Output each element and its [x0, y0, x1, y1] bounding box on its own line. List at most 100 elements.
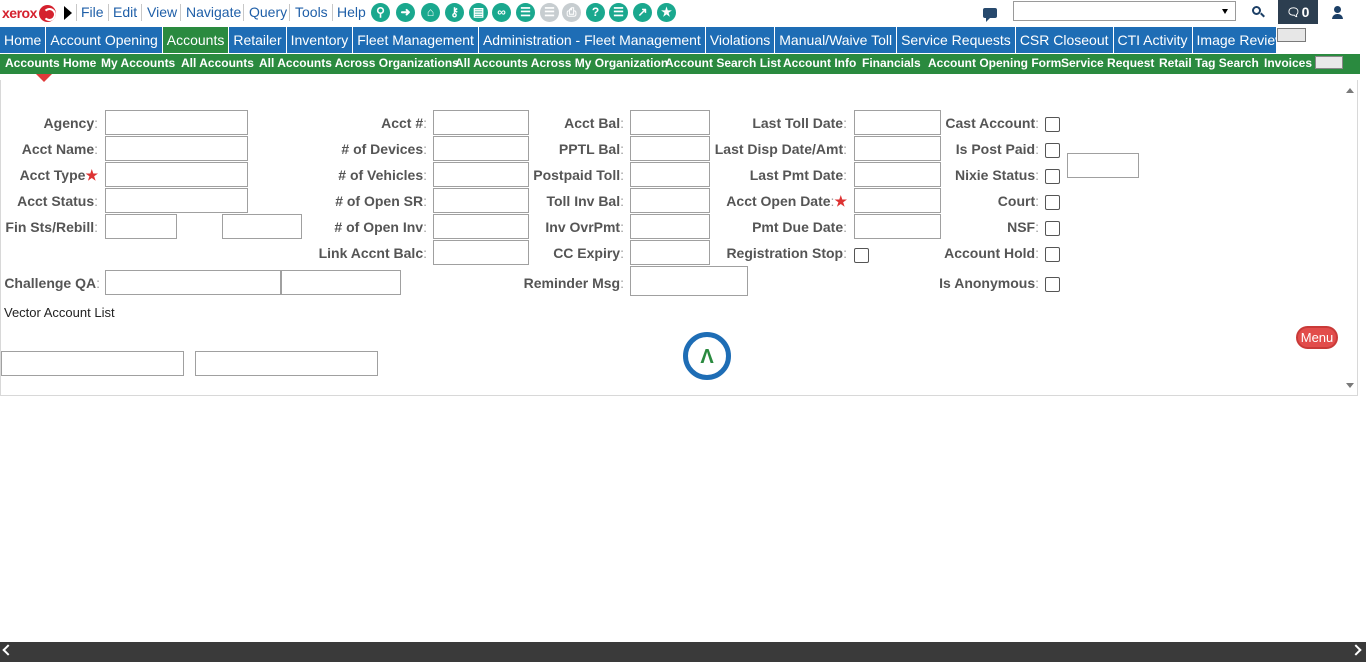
subtab-all-accounts-across-my-organization[interactable]: All Accounts Across My Organization	[455, 56, 668, 70]
rebill-field[interactable]	[222, 214, 302, 239]
tab-cti-activity[interactable]: CTI Activity	[1114, 27, 1193, 53]
is-post-paid-checkbox[interactable]	[1045, 143, 1060, 158]
last-toll-date-field[interactable]	[854, 110, 941, 135]
tab-csr-closeout[interactable]: CSR Closeout	[1016, 27, 1114, 53]
menu-tools[interactable]: Tools	[295, 4, 328, 20]
acct-name-field[interactable]	[105, 136, 248, 161]
post-paid-extra-field[interactable]	[1067, 153, 1139, 178]
pptl-bal-field[interactable]	[630, 136, 710, 161]
play-icon[interactable]	[64, 6, 72, 20]
go-icon[interactable]: ➜	[396, 3, 415, 22]
menu-navigate[interactable]: Navigate	[186, 4, 241, 20]
num-devices-field[interactable]	[433, 136, 529, 161]
tab-account-opening[interactable]: Account Opening	[46, 27, 163, 53]
notes-icon[interactable]: ☰	[609, 3, 628, 22]
cast-account-checkbox[interactable]	[1045, 117, 1060, 132]
subtab-financials[interactable]: Financials	[862, 56, 921, 70]
horizontal-scrollbar[interactable]	[0, 642, 1366, 662]
scroll-right-icon[interactable]	[1350, 644, 1362, 656]
tab-fleet-management[interactable]: Fleet Management	[353, 27, 479, 53]
fin-sts-field[interactable]	[105, 214, 177, 239]
home-icon[interactable]: ⌂	[421, 3, 440, 22]
acct-status-field[interactable]	[105, 188, 248, 213]
subtab-accounts-home[interactable]: Accounts Home	[5, 56, 96, 70]
notifications-button[interactable]: 🗨 0	[1278, 0, 1318, 24]
subtab-account-info[interactable]: Account Info	[783, 56, 856, 70]
inv-ovrpmt-field[interactable]	[630, 214, 710, 239]
help-icon[interactable]: ?	[586, 3, 605, 22]
tab-administration-fleet-management[interactable]: Administration - Fleet Management	[479, 27, 706, 53]
nsf-checkbox[interactable]	[1045, 221, 1060, 236]
cc-expiry-field[interactable]	[630, 240, 710, 265]
num-open-sr-field[interactable]	[433, 188, 529, 213]
tab-service-requests[interactable]: Service Requests	[897, 27, 1016, 53]
tab-home[interactable]: Home	[0, 27, 47, 53]
acct-open-date-field[interactable]	[854, 188, 941, 213]
subtab-my-accounts[interactable]: My Accounts	[101, 56, 175, 70]
acct-bal-field[interactable]	[630, 110, 710, 135]
scroll-left-icon[interactable]	[2, 644, 14, 656]
list-icon[interactable]: ☰	[516, 3, 535, 22]
menu-help[interactable]: Help	[337, 4, 366, 20]
vector-account-list-title: Vector Account List	[4, 305, 115, 320]
vector-filter-field-2[interactable]	[195, 351, 378, 376]
menu-view[interactable]: View	[147, 4, 177, 20]
toll-inv-bal-field[interactable]	[630, 188, 710, 213]
clipboard-icon[interactable]: ▤	[469, 3, 488, 22]
subnav-more-button[interactable]	[1315, 56, 1343, 69]
subtab-all-accounts-across-organizations[interactable]: All Accounts Across Organizations	[259, 56, 459, 70]
star-icon[interactable]: ★	[657, 3, 676, 22]
tab-retailer[interactable]: Retailer	[229, 27, 287, 53]
tab-violations[interactable]: Violations	[706, 27, 776, 53]
chat-icon[interactable]	[983, 8, 997, 22]
search-icon[interactable]: ⚲	[371, 3, 390, 22]
last-disp-date-amt-field[interactable]	[854, 136, 941, 161]
subtab-service-request[interactable]: Service Request	[1061, 56, 1154, 70]
last-pmt-date-field[interactable]	[854, 162, 941, 187]
postpaid-toll-field[interactable]	[630, 162, 710, 187]
tab-image-review[interactable]: Image Review	[1193, 27, 1291, 53]
menu-query[interactable]: Query	[249, 4, 287, 20]
nixie-status-checkbox[interactable]	[1045, 169, 1060, 184]
num-open-inv-field[interactable]	[433, 214, 529, 239]
reminder-msg-textarea[interactable]	[630, 266, 748, 296]
nixie-status-label: Nixie Status:	[954, 167, 1039, 183]
user-button[interactable]	[1323, 2, 1353, 22]
account-hold-checkbox[interactable]	[1045, 247, 1060, 262]
chart-icon[interactable]: ↗	[633, 3, 652, 22]
main-nav: Home Account Opening Accounts Retailer I…	[0, 27, 1349, 53]
nav-more-button[interactable]	[1277, 28, 1306, 42]
subtab-retail-tag-search[interactable]: Retail Tag Search	[1159, 56, 1259, 70]
subtab-all-accounts[interactable]: All Accounts	[181, 56, 254, 70]
court-checkbox[interactable]	[1045, 195, 1060, 210]
menu-separator	[141, 4, 142, 21]
agency-field[interactable]	[105, 110, 248, 135]
tab-accounts[interactable]: Accounts	[162, 27, 230, 53]
scroll-down-arrow[interactable]	[1346, 383, 1354, 388]
menu-file[interactable]: File	[81, 4, 104, 20]
pmt-due-date-field[interactable]	[854, 214, 941, 239]
registration-stop-checkbox[interactable]	[854, 248, 869, 263]
tab-inventory[interactable]: Inventory	[287, 27, 354, 53]
scroll-up-arrow[interactable]	[1346, 88, 1354, 93]
search-button[interactable]	[1243, 2, 1271, 22]
num-vehicles-field[interactable]	[433, 162, 529, 187]
subtab-invoices[interactable]: Invoices	[1264, 56, 1312, 70]
subtab-account-opening-form[interactable]: Account Opening Form	[928, 56, 1061, 70]
acct-type-field[interactable]	[105, 162, 248, 187]
vector-filter-field-1[interactable]	[1, 351, 184, 376]
challenge-answer-field[interactable]	[281, 270, 401, 295]
link-icon[interactable]: ⚷	[445, 3, 464, 22]
chain-icon[interactable]: ∞	[492, 3, 511, 22]
subtab-account-search-list[interactable]: Account Search List	[665, 56, 781, 70]
menu-button[interactable]: Menu	[1296, 326, 1338, 349]
link-accnt-balc-field[interactable]	[433, 240, 529, 265]
tab-manual-waive-toll[interactable]: Manual/Waive Toll	[775, 27, 898, 53]
search-select[interactable]	[1013, 1, 1236, 21]
inv-ovrpmt-label: Inv OvrPmt:	[545, 219, 624, 235]
is-anonymous-checkbox[interactable]	[1045, 277, 1060, 292]
acct-number-field[interactable]	[433, 110, 529, 135]
menu-edit[interactable]: Edit	[113, 4, 137, 20]
xerox-logo: xerox	[2, 3, 56, 23]
challenge-question-field[interactable]	[105, 270, 281, 295]
